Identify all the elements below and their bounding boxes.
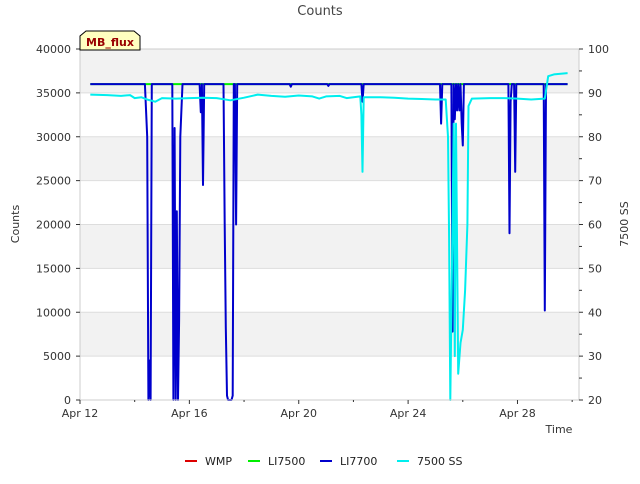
y-tick-label: 5000 — [43, 350, 71, 363]
y2-tick-label: 90 — [588, 87, 602, 100]
y2-tick-label: 60 — [588, 219, 602, 232]
legend-label-7500-ss: 7500 SS — [417, 455, 462, 468]
chart-title: Counts — [297, 4, 343, 19]
y-tick-label: 25000 — [36, 175, 71, 188]
x-axis-label: Time — [545, 423, 573, 436]
x-tick-label: Apr 16 — [171, 407, 208, 420]
background-band — [80, 312, 579, 357]
x-tick-label: Apr 20 — [280, 407, 317, 420]
background-band — [80, 224, 579, 269]
chart-container: 0 5000 10000 15000 20000 25000 30000 35000 40000… — [0, 0, 640, 480]
y2-tick-label: 70 — [588, 175, 602, 188]
background-band — [80, 49, 579, 93]
y-tick-label: 30000 — [36, 131, 71, 144]
y-axis-label: Counts — [9, 205, 22, 244]
y-tick-label: 20000 — [36, 219, 71, 232]
y-tick-label: 10000 — [36, 306, 71, 319]
y-tick-label: 35000 — [36, 87, 71, 100]
y2-tick-label: 80 — [588, 131, 602, 144]
legend-label-wmp: WMP — [205, 455, 232, 468]
legend-label-li7700: LI7700 — [340, 455, 377, 468]
y2-tick-label: 20 — [588, 394, 602, 407]
y2-axis-label: 7500 SS — [618, 201, 631, 246]
x-tick-label: Apr 24 — [390, 407, 427, 420]
x-tick-label: Apr 12 — [62, 407, 99, 420]
y-tick-label: 15000 — [36, 262, 71, 275]
y-tick-label: 0 — [64, 394, 71, 407]
y2-tick-label: 40 — [588, 306, 602, 319]
y2-tick-label: 30 — [588, 350, 602, 363]
legend-label-li7500: LI7500 — [268, 455, 305, 468]
y2-tick-label: 50 — [588, 262, 602, 275]
background-band — [80, 136, 579, 181]
y-tick-label: 40000 — [36, 43, 71, 56]
x-tick-label: Apr 28 — [499, 407, 536, 420]
counts-chart: 0 5000 10000 15000 20000 25000 30000 35000 40000… — [0, 0, 640, 480]
badge-label: MB_flux — [86, 36, 134, 49]
y2-tick-label: 100 — [588, 43, 609, 56]
mb-flux-badge: MB_flux — [79, 30, 141, 51]
